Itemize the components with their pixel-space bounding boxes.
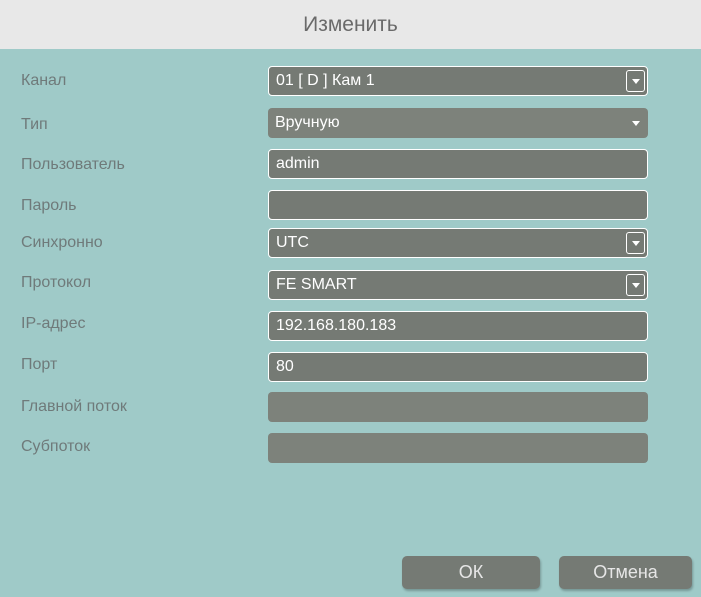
label-user: Пользователь — [21, 156, 125, 173]
password-field[interactable] — [268, 190, 648, 220]
chevron-down-icon[interactable] — [626, 232, 645, 254]
chevron-down-icon — [627, 112, 645, 134]
type-select[interactable]: Вручную — [268, 108, 648, 138]
label-main-stream: Главной поток — [21, 398, 127, 415]
port-value: 80 — [276, 358, 294, 375]
chevron-down-icon[interactable] — [626, 70, 645, 92]
protocol-value: FE SMART — [276, 276, 357, 293]
label-channel: Канал — [21, 72, 67, 89]
label-protocol: Протокол — [21, 274, 92, 291]
user-value: admin — [276, 155, 320, 172]
channel-select[interactable]: 01 [ D ] Кам 1 — [268, 66, 648, 96]
cancel-button[interactable]: Отмена — [559, 556, 692, 589]
substream-field[interactable] — [268, 433, 648, 463]
label-port: Порт — [21, 356, 58, 373]
user-field[interactable]: admin — [268, 149, 648, 179]
label-ip: IP-адрес — [21, 315, 86, 332]
label-sync: Синхронно — [21, 234, 103, 251]
chevron-down-icon[interactable] — [626, 274, 645, 296]
channel-value: 01 [ D ] Кам 1 — [276, 72, 375, 89]
ip-address-field[interactable]: 192.168.180.183 — [268, 311, 648, 341]
label-substream: Субпоток — [21, 438, 91, 455]
main-stream-field[interactable] — [268, 392, 648, 422]
label-password: Пароль — [21, 197, 77, 214]
dialog-title: Изменить — [0, 0, 701, 49]
ip-value: 192.168.180.183 — [276, 317, 397, 334]
ok-button[interactable]: ОК — [402, 556, 540, 589]
sync-value: UTC — [276, 234, 309, 251]
protocol-select[interactable]: FE SMART — [268, 270, 648, 300]
label-type: Тип — [21, 116, 48, 133]
port-field[interactable]: 80 — [268, 352, 648, 382]
type-value: Вручную — [275, 114, 340, 131]
sync-select[interactable]: UTC — [268, 228, 648, 258]
